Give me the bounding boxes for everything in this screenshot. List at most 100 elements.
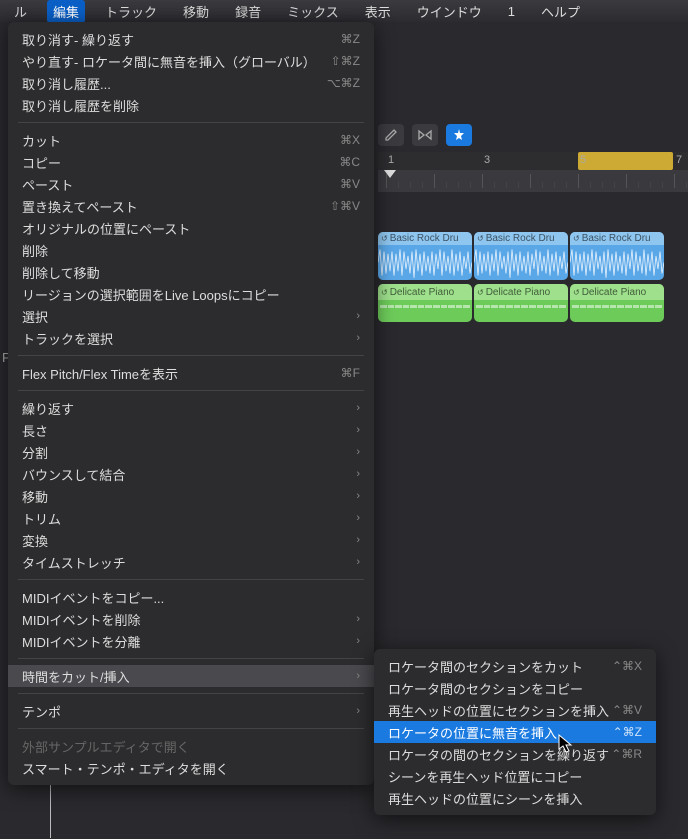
menu-item[interactable]: 削除して移動 (8, 261, 374, 283)
menu-item[interactable]: 選択 › (8, 305, 374, 327)
submenu-item[interactable]: ロケータの間のセクションを繰り返す⌃⌘R (374, 743, 656, 765)
menu-item-shortcut: › (356, 705, 360, 717)
playhead-icon[interactable] (384, 170, 396, 178)
menu-item-shortcut: › (356, 468, 360, 480)
menu-item-label: Flex Pitch/Flex Timeを表示 (22, 364, 178, 383)
menu-item-shortcut: ⌘Z (341, 32, 360, 46)
menu-item-shortcut: › (356, 446, 360, 458)
chevron-right-icon: › (356, 490, 360, 502)
menu-item[interactable]: トラックを選択 › (8, 327, 374, 349)
bowtie-icon[interactable] (412, 124, 438, 146)
ruler-numbers: 1 3 5 7 (378, 152, 688, 170)
submenu-item-shortcut: ⌃⌘Z (613, 725, 642, 739)
menu-item-label: 選択 (22, 307, 48, 326)
menu-item[interactable]: 時間をカット/挿入 › (8, 665, 374, 687)
menu-item-label: MIDIイベントを分離 (22, 632, 140, 651)
menu-item[interactable]: MIDIイベントをコピー... (8, 586, 374, 608)
loop-icon: ↺ (477, 288, 484, 297)
menu-edit[interactable]: 編集 (47, 0, 85, 23)
menu-view[interactable]: 表示 (359, 0, 397, 23)
submenu-item-shortcut: ⌃⌘R (611, 747, 642, 761)
submenu-item[interactable]: ロケータの位置に無音を挿入⌃⌘Z (374, 721, 656, 743)
menu-item-shortcut: › (356, 613, 360, 625)
menu-item[interactable]: 置き換えてペースト⇧⌘V (8, 195, 374, 217)
menu-item-shortcut: › (356, 332, 360, 344)
menu-item[interactable]: トリム› (8, 507, 374, 529)
menu-item[interactable]: 移動› (8, 485, 374, 507)
wand-icon[interactable] (446, 124, 472, 146)
menu-one[interactable]: 1 (502, 2, 521, 21)
menu-item[interactable]: コピー⌘C (8, 151, 374, 173)
menu-record[interactable]: 録音 (229, 0, 267, 23)
menu-separator (18, 122, 364, 123)
menu-item[interactable]: 変換› (8, 529, 374, 551)
menu-track[interactable]: トラック (99, 0, 163, 23)
midi-region[interactable]: ↺ Delicate Piano (474, 284, 568, 322)
menu-item[interactable]: カット⌘X (8, 129, 374, 151)
menu-window[interactable]: ウインドウ (411, 0, 488, 23)
chevron-right-icon: › (356, 310, 360, 322)
loop-icon: ↺ (381, 288, 388, 297)
menu-item-shortcut: › (356, 556, 360, 568)
menu-item-label: トラックを選択 (22, 329, 113, 348)
track-row: ↺ Delicate Piano ↺ Delicate Piano ↺ Deli… (378, 284, 688, 322)
menu-item[interactable]: オリジナルの位置にペースト (8, 217, 374, 239)
chevron-right-icon: › (356, 705, 360, 717)
region-label: Delicate Piano (582, 287, 646, 298)
menu-item-label: やり直す- ロケータ間に無音を挿入（グローバル） (22, 52, 316, 71)
audio-region[interactable]: ↺ Basic Rock Dru (570, 232, 664, 280)
menu-item-partial[interactable]: ル (8, 0, 33, 23)
menu-separator (18, 728, 364, 729)
menu-item-shortcut: ⇧⌘Z (331, 54, 360, 68)
menu-item[interactable]: ペースト⌘V (8, 173, 374, 195)
menu-item-label: 外部サンプルエディタで開く (22, 737, 190, 756)
menu-item[interactable]: バウンスして結合› (8, 463, 374, 485)
submenu-item[interactable]: シーンを再生ヘッド位置にコピー (374, 765, 656, 787)
menu-item[interactable]: MIDIイベントを分離 › (8, 630, 374, 652)
menu-item-label: カット (22, 131, 61, 150)
ruler-ticks (378, 170, 688, 192)
region-label: Delicate Piano (486, 287, 550, 298)
menu-item[interactable]: 取り消す- 繰り返す⌘Z (8, 28, 374, 50)
menu-item[interactable]: 取り消し履歴を削除 (8, 94, 374, 116)
menu-item[interactable]: テンポ › (8, 700, 374, 722)
menu-item[interactable]: 繰り返す› (8, 397, 374, 419)
menu-item-shortcut: ⌥⌘Z (327, 76, 360, 90)
menu-item[interactable]: 長さ› (8, 419, 374, 441)
time-cut-insert-submenu: ロケータ間のセクションをカット⌃⌘Xロケータ間のセクションをコピー再生ヘッドの位… (374, 649, 656, 815)
menu-item[interactable]: 削除 (8, 239, 374, 261)
menu-item[interactable]: リージョンの選択範囲をLive Loopsにコピー (8, 283, 374, 305)
menu-item[interactable]: 分割› (8, 441, 374, 463)
region-header: ↺ Basic Rock Dru (474, 232, 568, 245)
pencil-icon[interactable] (378, 124, 404, 146)
submenu-item[interactable]: ロケータ間のセクションをカット⌃⌘X (374, 655, 656, 677)
menu-navigate[interactable]: 移動 (177, 0, 215, 23)
submenu-item-label: シーンを再生ヘッド位置にコピー (388, 767, 582, 786)
loop-icon: ↺ (381, 234, 388, 243)
menu-item[interactable]: MIDIイベントを削除› (8, 608, 374, 630)
menu-item-label: テンポ (22, 702, 61, 721)
menu-item[interactable]: 取り消し履歴... ⌥⌘Z (8, 72, 374, 94)
menu-item[interactable]: タイムストレッチ› (8, 551, 374, 573)
submenu-item[interactable]: 再生ヘッドの位置にセクションを挿入⌃⌘V (374, 699, 656, 721)
region-header: ↺ Basic Rock Dru (570, 232, 664, 245)
menu-item[interactable]: Flex Pitch/Flex Timeを表示⌘F (8, 362, 374, 384)
submenu-item-label: ロケータの間のセクションを繰り返す (388, 745, 609, 764)
submenu-item[interactable]: 再生ヘッドの位置にシーンを挿入 (374, 787, 656, 809)
menu-item-label: 長さ (22, 421, 48, 440)
menu-item-shortcut: › (356, 670, 360, 682)
menu-item-label: 時間をカット/挿入 (22, 667, 130, 686)
midi-region[interactable]: ↺ Delicate Piano (378, 284, 472, 322)
chevron-right-icon: › (356, 635, 360, 647)
menu-item-label: 取り消し履歴... (22, 74, 111, 93)
submenu-item[interactable]: ロケータ間のセクションをコピー (374, 677, 656, 699)
midi-region[interactable]: ↺ Delicate Piano (570, 284, 664, 322)
menu-help[interactable]: ヘルプ (535, 0, 586, 23)
timeline-ruler[interactable]: 1 3 5 7 (378, 152, 688, 192)
tracks-area[interactable]: ↺ Basic Rock Dru ↺ Basic Rock Dru ↺ Basi… (378, 232, 688, 326)
menu-mix[interactable]: ミックス (281, 0, 345, 23)
menu-item[interactable]: スマート・テンポ・エディタを開く (8, 757, 374, 779)
menu-item[interactable]: やり直す- ロケータ間に無音を挿入（グローバル） ⇧⌘Z (8, 50, 374, 72)
audio-region[interactable]: ↺ Basic Rock Dru (378, 232, 472, 280)
audio-region[interactable]: ↺ Basic Rock Dru (474, 232, 568, 280)
